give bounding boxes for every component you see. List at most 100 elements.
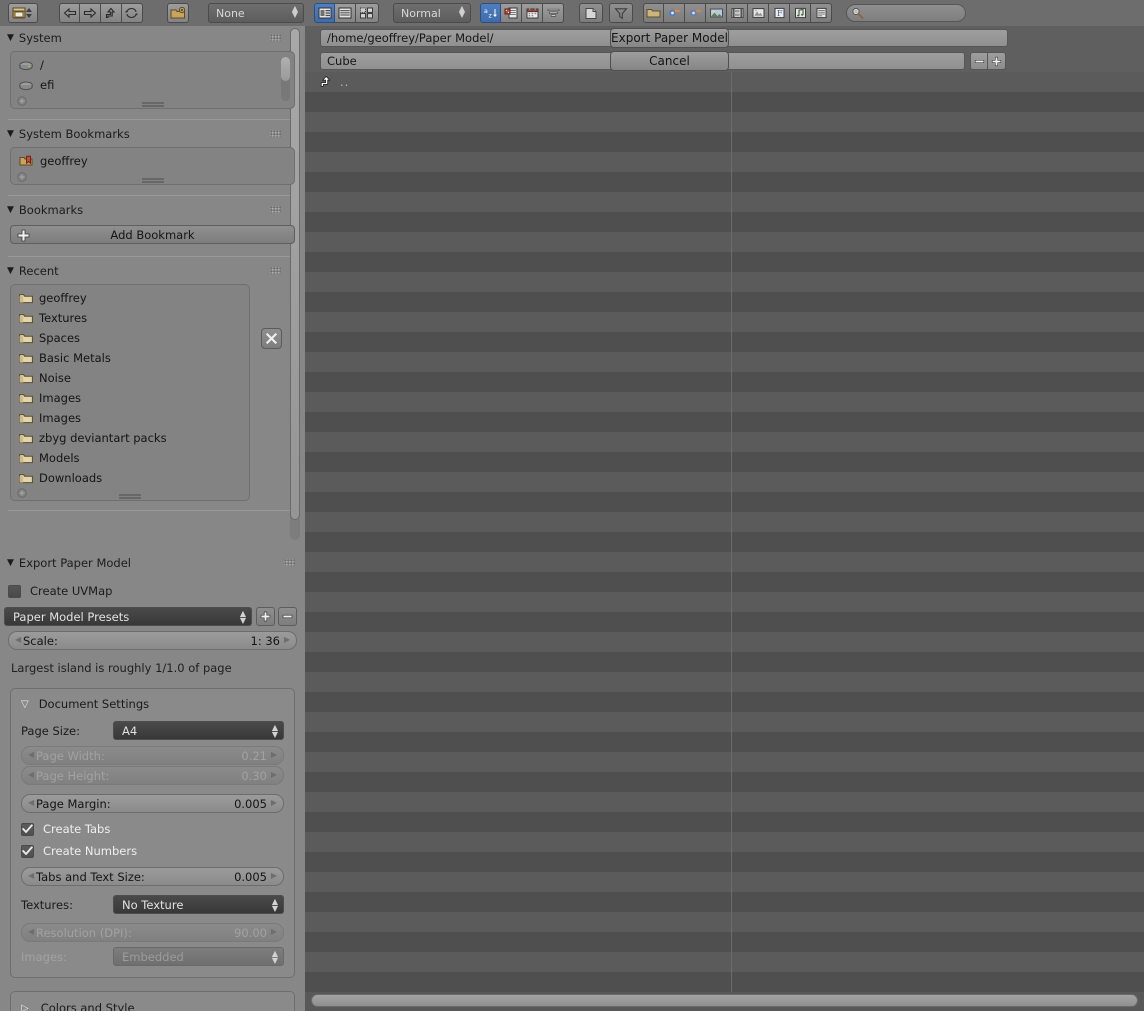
file-list-row[interactable]	[305, 712, 1144, 732]
sort-alphabetical-button[interactable]: a z	[480, 3, 501, 23]
decrement-filename-button[interactable]	[970, 52, 988, 70]
scale-field[interactable]: ◀ Scale: 1: 36 ▶	[8, 631, 297, 650]
file-list-row[interactable]	[305, 232, 1144, 252]
file-list-row[interactable]	[305, 752, 1144, 772]
file-list-row[interactable]	[305, 912, 1144, 932]
sort-extension-button[interactable]	[501, 3, 522, 23]
list-item[interactable]: geoffrey	[11, 151, 294, 171]
file-list-horizontal-scrollbar[interactable]	[311, 994, 1138, 1007]
create-tabs-row[interactable]: Create Tabs	[21, 822, 294, 836]
file-list-column-divider[interactable]	[731, 72, 732, 992]
panel-header-recent[interactable]: ▼ Recent	[0, 261, 305, 280]
file-list-row[interactable]	[305, 92, 1144, 112]
colors-and-style-header[interactable]: ▷ Colors and Style	[11, 992, 294, 1011]
file-list-row[interactable]	[305, 292, 1144, 312]
file-list-row[interactable]	[305, 192, 1144, 212]
file-list-row[interactable]	[305, 832, 1144, 852]
file-list-row[interactable]	[305, 932, 1144, 952]
expand-list-icon[interactable]	[17, 172, 27, 182]
filter-script-files-button[interactable]	[748, 3, 769, 23]
chevron-right-icon[interactable]: ▶	[284, 635, 290, 644]
file-list-row[interactable]	[305, 272, 1144, 292]
create-numbers-checkbox[interactable]	[21, 845, 34, 858]
file-list-row[interactable]	[305, 792, 1144, 812]
file-list-row[interactable]	[305, 552, 1144, 572]
panel-header-export-paper-model[interactable]: ▼ Export Paper Model	[0, 553, 305, 572]
create-uvmap-checkbox[interactable]	[8, 585, 21, 598]
file-list-row[interactable]	[305, 952, 1144, 972]
list-item[interactable]: zbyg deviantart packs	[11, 428, 249, 448]
increment-filename-button[interactable]	[988, 52, 1006, 70]
chevron-left-icon[interactable]: ◀	[15, 635, 21, 644]
page-margin-field[interactable]: ◀ Page Margin: 0.005 ▶	[21, 794, 284, 813]
execute-export-button[interactable]: Export Paper Model	[610, 28, 729, 48]
nav-back-button[interactable]	[59, 3, 80, 23]
textures-dropdown[interactable]: No Texture ▲▼	[113, 895, 284, 914]
chevron-left-icon[interactable]: ◀	[28, 871, 34, 880]
list-item[interactable]: Basic Metals	[11, 348, 249, 368]
file-list-row[interactable]	[305, 132, 1144, 152]
chevron-right-icon[interactable]: ▶	[271, 798, 277, 807]
filter-folders-button[interactable]	[643, 3, 664, 23]
editor-type-button[interactable]	[8, 3, 38, 23]
filter-text-files-button[interactable]	[811, 3, 832, 23]
sort-date-button[interactable]	[522, 3, 543, 23]
paper-model-presets-dropdown[interactable]: Paper Model Presets ▲▼	[4, 607, 252, 626]
nav-forward-button[interactable]	[80, 3, 101, 23]
file-list-row[interactable]	[305, 432, 1144, 452]
recursion-level-dropdown[interactable]: None ▲▼	[208, 3, 304, 23]
list-item[interactable]: Downloads	[11, 468, 249, 488]
nav-refresh-button[interactable]	[122, 3, 143, 23]
file-list-row[interactable]	[305, 872, 1144, 892]
list-resize-grip[interactable]	[142, 102, 164, 104]
parent-directory-row[interactable]: ..	[305, 72, 349, 92]
list-item[interactable]: Textures	[11, 308, 249, 328]
file-list-row[interactable]	[305, 632, 1144, 652]
list-item[interactable]: efi	[11, 75, 294, 95]
list-item[interactable]: Spaces	[11, 328, 249, 348]
file-list-row[interactable]	[305, 532, 1144, 552]
create-uvmap-row[interactable]: Create UVMap	[8, 584, 305, 598]
sort-size-button[interactable]	[543, 3, 564, 23]
sort-method-dropdown[interactable]: Normal ▲▼	[393, 3, 471, 23]
file-list-row[interactable]	[305, 512, 1144, 532]
file-list-row[interactable]	[305, 772, 1144, 792]
file-list-row[interactable]	[305, 852, 1144, 872]
list-item[interactable]: /	[11, 55, 294, 75]
file-list-row[interactable]	[305, 692, 1144, 712]
create-new-directory-button[interactable]	[167, 3, 189, 23]
file-list-row[interactable]	[305, 252, 1144, 272]
system-list-scrollbar-thumb[interactable]	[281, 57, 290, 81]
add-preset-button[interactable]	[256, 607, 275, 626]
file-list-row[interactable]	[305, 572, 1144, 592]
display-short-list-button[interactable]	[314, 3, 335, 23]
display-thumbnails-button[interactable]	[356, 3, 379, 23]
file-list-row[interactable]	[305, 112, 1144, 132]
search-field[interactable]	[846, 4, 966, 22]
file-list-row[interactable]	[305, 812, 1144, 832]
remove-preset-button[interactable]	[278, 607, 297, 626]
file-list-row[interactable]	[305, 612, 1144, 632]
expand-list-icon[interactable]	[17, 488, 27, 498]
file-list-row[interactable]	[305, 332, 1144, 352]
show-hidden-files-button[interactable]	[579, 3, 603, 23]
list-resize-grip[interactable]	[142, 178, 164, 180]
file-list-row[interactable]	[305, 372, 1144, 392]
file-list-row[interactable]	[305, 352, 1144, 372]
create-numbers-row[interactable]: Create Numbers	[21, 844, 294, 858]
list-item[interactable]: Images	[11, 388, 249, 408]
file-list-row[interactable]	[305, 452, 1144, 472]
filter-blend-files-button[interactable]	[664, 3, 685, 23]
list-item[interactable]: Noise	[11, 368, 249, 388]
colors-and-style-panel[interactable]: ▷ Colors and Style	[10, 991, 295, 1011]
document-settings-header[interactable]: ▽ Document Settings	[11, 693, 294, 715]
list-item[interactable]: geoffrey	[11, 288, 249, 308]
file-list-row[interactable]	[305, 412, 1144, 432]
list-item[interactable]: Models	[11, 448, 249, 468]
cancel-button[interactable]: Cancel	[610, 51, 729, 71]
file-list-row[interactable]	[305, 592, 1144, 612]
file-list-row[interactable]	[305, 892, 1144, 912]
file-list-row[interactable]	[305, 472, 1144, 492]
page-size-dropdown[interactable]: A4 ▲▼	[113, 721, 284, 740]
file-list-row[interactable]	[305, 672, 1144, 692]
